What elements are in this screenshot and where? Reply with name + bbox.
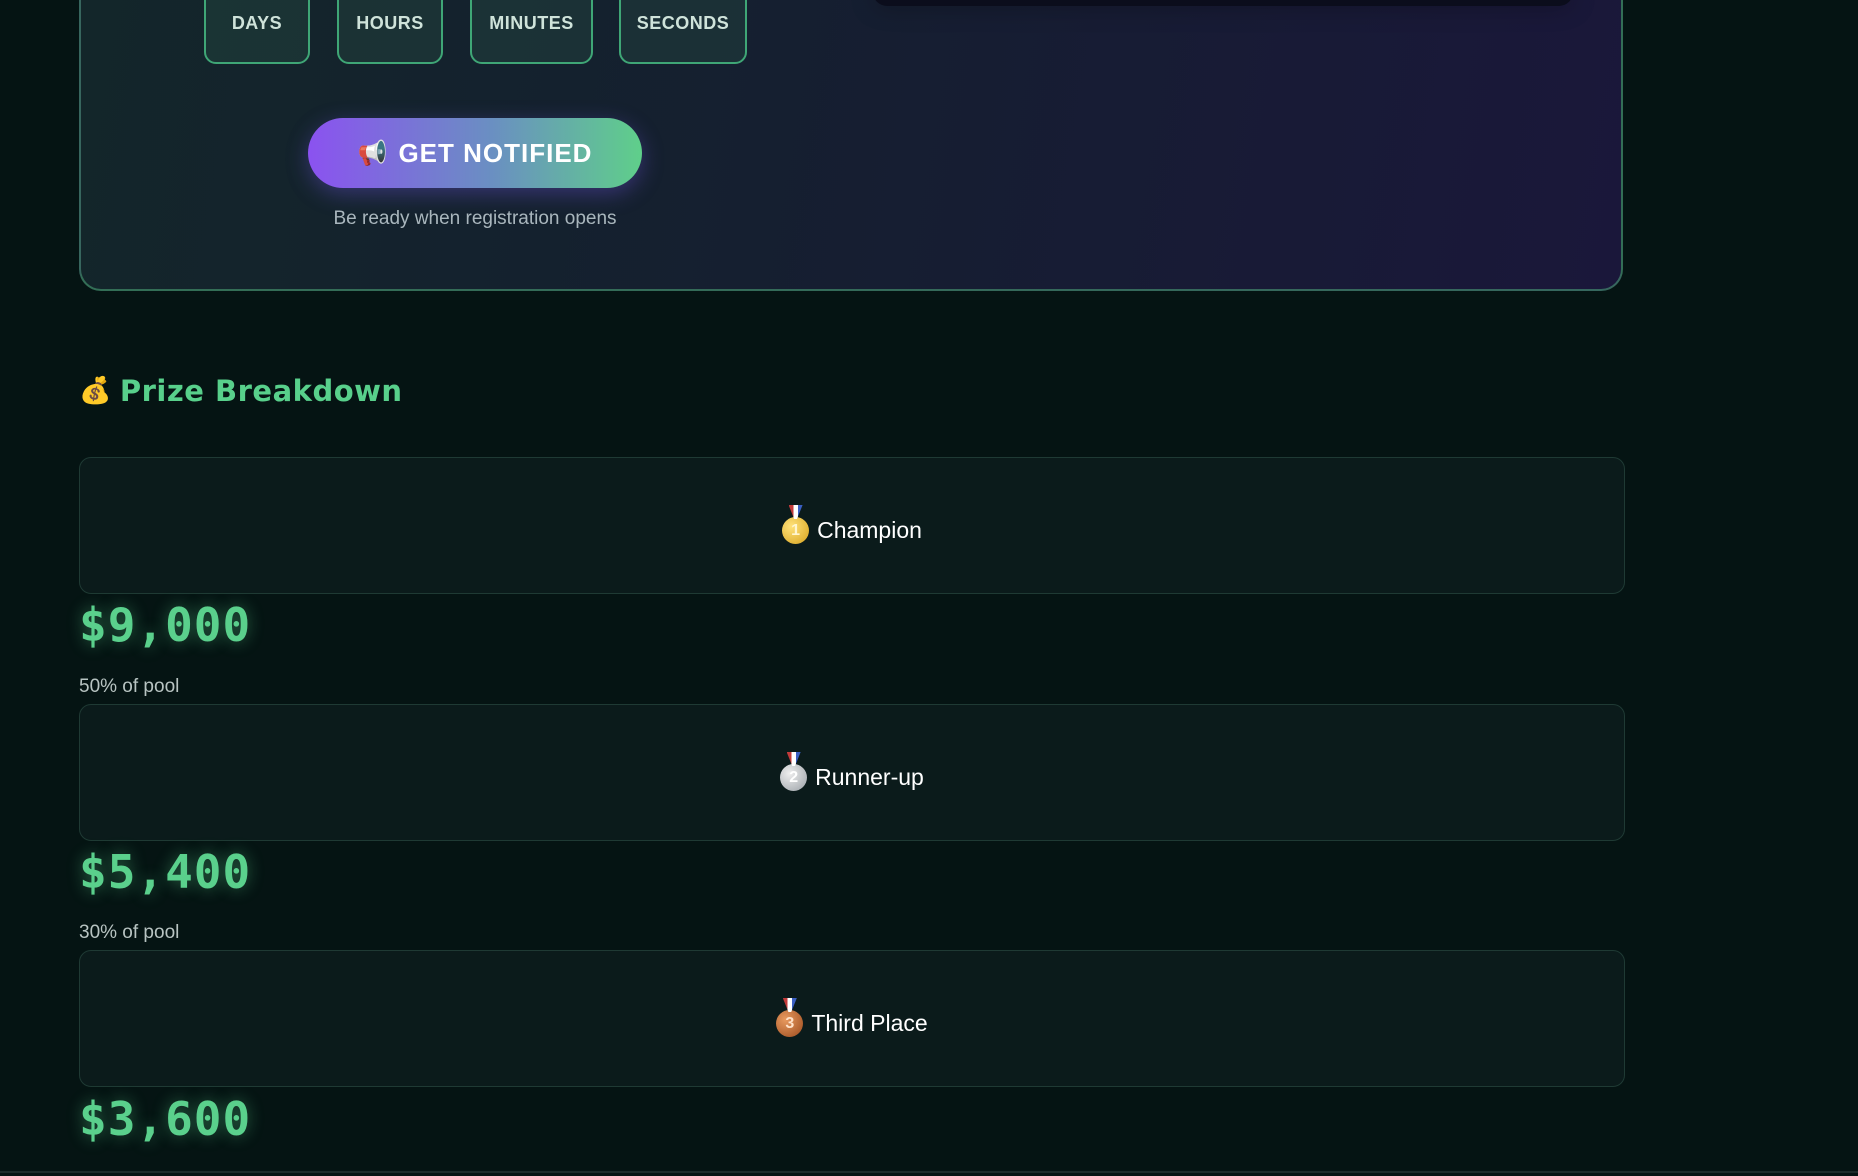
prize-amount: $9,000 (79, 598, 252, 652)
prize-share: 50% of pool (79, 676, 180, 697)
countdown-minutes-label: MINUTES (489, 13, 574, 33)
prize-amount: $3,600 (79, 1092, 252, 1146)
prize-card-champion: 1 Champion (79, 457, 1625, 594)
prize-breakdown-heading: Prize Breakdown (119, 374, 403, 408)
silver-medal-icon: 2 (780, 752, 808, 791)
prize-card-third-place: 3 Third Place (79, 950, 1625, 1087)
prize-place-label: Runner-up (815, 764, 924, 790)
prize-amount: $5,400 (79, 845, 252, 899)
bronze-medal-icon: 3 (776, 998, 804, 1037)
countdown-seconds-label: SECONDS (636, 13, 730, 33)
get-notified-label: GET NOTIFIED (398, 137, 593, 168)
countdown-minutes: MINUTES (470, 0, 593, 64)
prize-card-runner-up: 2 Runner-up (79, 704, 1625, 841)
prize-breakdown-title: 💰 Prize Breakdown (79, 374, 403, 408)
countdown-card: DAYS HOURS MINUTES SECONDS 📢 GET NOTIFIE… (79, 0, 1623, 291)
prize-place-label: Champion (817, 517, 922, 543)
get-notified-button[interactable]: 📢 GET NOTIFIED (308, 118, 642, 188)
countdown-hours-label: HOURS (356, 13, 424, 33)
prize-place-label: Third Place (811, 1010, 928, 1036)
countdown-seconds: SECONDS (619, 0, 747, 64)
countdown-days-label: DAYS (231, 13, 283, 33)
page-divider (0, 1171, 1858, 1173)
countdown-hours: HOURS (337, 0, 443, 64)
gold-medal-icon: 1 (782, 505, 810, 544)
hero-media-bar (873, 0, 1573, 6)
countdown-days: DAYS (204, 0, 310, 64)
money-bag-icon: 💰 (79, 376, 112, 406)
prize-share: 30% of pool (79, 922, 180, 943)
megaphone-icon: 📢 (357, 139, 389, 167)
get-notified-subtext: Be ready when registration opens (333, 208, 617, 229)
